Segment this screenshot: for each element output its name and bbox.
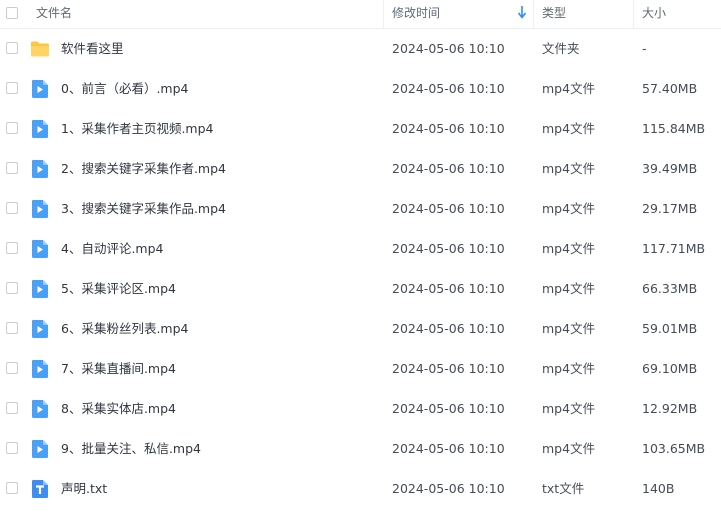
file-name[interactable]: 声明.txt xyxy=(61,469,107,509)
row-checkbox[interactable] xyxy=(6,482,18,494)
video-file-icon xyxy=(30,79,50,99)
row-checkbox[interactable] xyxy=(6,122,18,134)
file-type: mp4文件 xyxy=(542,81,596,96)
file-name[interactable]: 8、采集实体店.mp4 xyxy=(61,389,176,429)
file-row[interactable]: 9、批量关注、私信.mp4 2024-05-06 10:10 mp4文件 103.65… xyxy=(0,429,721,469)
video-file-icon xyxy=(30,239,50,259)
file-modified-time: 2024-05-06 10:10 xyxy=(392,401,505,416)
file-modified-time: 2024-05-06 10:10 xyxy=(392,241,505,256)
video-file-icon xyxy=(30,439,50,459)
row-checkbox[interactable] xyxy=(6,322,18,334)
file-type: mp4文件 xyxy=(542,281,596,296)
file-row[interactable]: 1、采集作者主页视频.mp4 2024-05-06 10:10 mp4文件 115.8… xyxy=(0,109,721,149)
file-type: mp4文件 xyxy=(542,361,596,376)
video-file-icon xyxy=(30,399,50,419)
file-modified-time: 2024-05-06 10:10 xyxy=(392,441,505,456)
file-name[interactable]: 6、采集粉丝列表.mp4 xyxy=(61,309,189,349)
file-row[interactable]: 3、搜索关键字采集作品.mp4 2024-05-06 10:10 mp4文件 29.1… xyxy=(0,189,721,229)
file-size: - xyxy=(642,41,647,56)
file-modified-time: 2024-05-06 10:10 xyxy=(392,321,505,336)
file-size: 69.10MB xyxy=(642,361,698,376)
file-row[interactable]: 5、采集评论区.mp4 2024-05-06 10:10 mp4文件 66.33MB xyxy=(0,269,721,309)
file-modified-time: 2024-05-06 10:10 xyxy=(392,481,505,496)
file-modified-time: 2024-05-06 10:10 xyxy=(392,81,505,96)
video-file-icon xyxy=(30,159,50,179)
file-type: mp4文件 xyxy=(542,161,596,176)
column-header-size[interactable]: 大小 xyxy=(642,0,666,28)
file-size: 117.71MB xyxy=(642,241,706,256)
file-size: 57.40MB xyxy=(642,81,698,96)
row-checkbox[interactable] xyxy=(6,42,18,54)
file-row[interactable]: 2、搜索关键字采集作者.mp4 2024-05-06 10:10 mp4文件 39.4… xyxy=(0,149,721,189)
row-checkbox[interactable] xyxy=(6,442,18,454)
row-checkbox[interactable] xyxy=(6,362,18,374)
select-all-checkbox[interactable] xyxy=(6,7,18,19)
file-modified-time: 2024-05-06 10:10 xyxy=(392,201,505,216)
file-modified-time: 2024-05-06 10:10 xyxy=(392,361,505,376)
file-name[interactable]: 9、批量关注、私信.mp4 xyxy=(61,429,201,469)
file-size: 103.65MB xyxy=(642,441,706,456)
column-divider[interactable] xyxy=(383,0,384,28)
file-row[interactable]: 8、采集实体店.mp4 2024-05-06 10:10 mp4文件 12.92MB xyxy=(0,389,721,429)
folder-icon xyxy=(30,39,50,59)
file-type: mp4文件 xyxy=(542,201,596,216)
file-row[interactable]: 7、采集直播间.mp4 2024-05-06 10:10 mp4文件 69.10MB xyxy=(0,349,721,389)
file-row[interactable]: 6、采集粉丝列表.mp4 2024-05-06 10:10 mp4文件 59.01MB xyxy=(0,309,721,349)
file-size: 115.84MB xyxy=(642,121,706,136)
file-name[interactable]: 软件看这里 xyxy=(61,29,124,69)
file-row[interactable]: 声明.txt 2024-05-06 10:10 txt文件 140B xyxy=(0,469,721,509)
row-checkbox[interactable] xyxy=(6,402,18,414)
video-file-icon xyxy=(30,199,50,219)
video-file-icon xyxy=(30,279,50,299)
file-name[interactable]: 2、搜索关键字采集作者.mp4 xyxy=(61,149,226,189)
file-type: txt文件 xyxy=(542,481,585,496)
file-size: 12.92MB xyxy=(642,401,698,416)
row-checkbox[interactable] xyxy=(6,162,18,174)
file-modified-time: 2024-05-06 10:10 xyxy=(392,121,505,136)
file-size: 59.01MB xyxy=(642,321,698,336)
file-name[interactable]: 0、前言（必看）.mp4 xyxy=(61,69,189,109)
column-header-type[interactable]: 类型 xyxy=(542,0,566,28)
file-list: 文件名 修改时间 类型 大小 软件看这里 2024-05-06 10:10 文件夹 -… xyxy=(0,0,721,509)
column-header-modified[interactable]: 修改时间 xyxy=(392,0,440,28)
file-name[interactable]: 1、采集作者主页视频.mp4 xyxy=(61,109,214,149)
row-checkbox[interactable] xyxy=(6,282,18,294)
file-name[interactable]: 7、采集直播间.mp4 xyxy=(61,349,176,389)
row-checkbox[interactable] xyxy=(6,82,18,94)
column-header-name[interactable]: 文件名 xyxy=(36,0,72,28)
file-modified-time: 2024-05-06 10:10 xyxy=(392,281,505,296)
file-type: mp4文件 xyxy=(542,401,596,416)
file-modified-time: 2024-05-06 10:10 xyxy=(392,161,505,176)
file-size: 29.17MB xyxy=(642,201,698,216)
video-file-icon xyxy=(30,319,50,339)
file-type: 文件夹 xyxy=(542,41,580,56)
file-name[interactable]: 3、搜索关键字采集作品.mp4 xyxy=(61,189,226,229)
video-file-icon xyxy=(30,119,50,139)
file-size: 140B xyxy=(642,481,675,496)
row-checkbox[interactable] xyxy=(6,242,18,254)
file-list-header: 文件名 修改时间 类型 大小 xyxy=(0,0,721,29)
file-type: mp4文件 xyxy=(542,121,596,136)
file-list-body: 软件看这里 2024-05-06 10:10 文件夹 - 0、前言（必看）.mp4 202… xyxy=(0,29,721,509)
file-size: 66.33MB xyxy=(642,281,698,296)
sort-descending-icon[interactable] xyxy=(517,5,527,19)
video-file-icon xyxy=(30,359,50,379)
file-name[interactable]: 4、自动评论.mp4 xyxy=(61,229,164,269)
file-type: mp4文件 xyxy=(542,321,596,336)
file-type: mp4文件 xyxy=(542,441,596,456)
column-divider[interactable] xyxy=(533,0,534,28)
file-modified-time: 2024-05-06 10:10 xyxy=(392,41,505,56)
file-row[interactable]: 0、前言（必看）.mp4 2024-05-06 10:10 mp4文件 57.40MB xyxy=(0,69,721,109)
file-size: 39.49MB xyxy=(642,161,698,176)
file-name[interactable]: 5、采集评论区.mp4 xyxy=(61,269,176,309)
row-checkbox[interactable] xyxy=(6,202,18,214)
file-type: mp4文件 xyxy=(542,241,596,256)
file-row[interactable]: 软件看这里 2024-05-06 10:10 文件夹 - xyxy=(0,29,721,69)
file-row[interactable]: 4、自动评论.mp4 2024-05-06 10:10 mp4文件 117.71MB xyxy=(0,229,721,269)
text-file-icon xyxy=(30,479,50,499)
column-divider[interactable] xyxy=(633,0,634,28)
